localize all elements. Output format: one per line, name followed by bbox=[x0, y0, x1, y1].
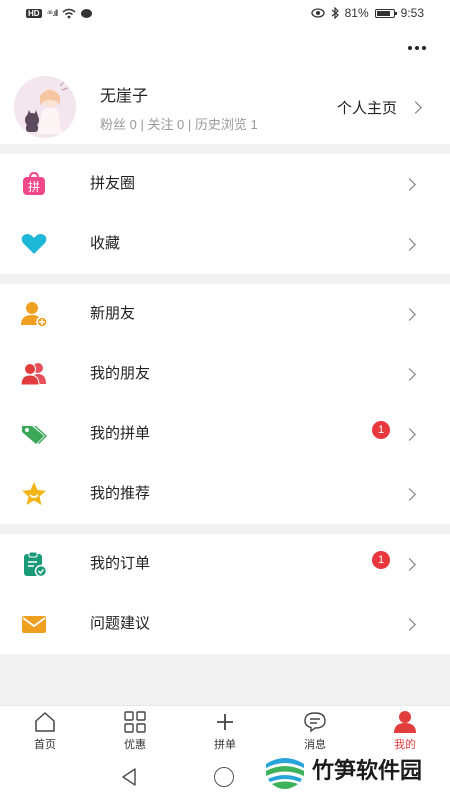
watermark: 竹笋软件园 bbox=[264, 748, 422, 790]
battery-icon bbox=[374, 8, 397, 18]
homepage-label: 个人主页 bbox=[336, 99, 397, 117]
menu-item-label: 我的拼单 bbox=[90, 425, 151, 442]
menu-item-label: 新朋友 bbox=[90, 305, 136, 322]
menu-item-label: 我的订单 bbox=[90, 555, 151, 572]
profile-header[interactable]: 无崖子 粉丝 0 | 关注 0 | 历史浏览 1 个人主页 bbox=[0, 70, 450, 144]
menu-item-pinyouquan[interactable]: 拼 拼友圈 bbox=[0, 154, 450, 214]
status-bar: HD ⁴⁶.ıll 81% 9:53 bbox=[0, 0, 450, 26]
chevron-right-icon bbox=[403, 368, 416, 381]
friends-icon bbox=[20, 360, 48, 388]
home-icon bbox=[33, 710, 57, 734]
menu-item-label: 拼友圈 bbox=[90, 175, 136, 192]
tab-label: 拼单 bbox=[214, 738, 236, 751]
chevron-right-icon bbox=[403, 178, 416, 191]
notification-badge: 1 bbox=[372, 551, 390, 569]
plus-icon bbox=[215, 710, 235, 734]
profile-stats: 粉丝 0 | 关注 0 | 历史浏览 1 bbox=[100, 116, 258, 132]
wifi-icon bbox=[62, 8, 76, 18]
username: 无崖子 bbox=[100, 87, 149, 105]
menu-item-my-recommendations[interactable]: 我的推荐 bbox=[0, 464, 450, 524]
more-dot-icon bbox=[422, 46, 426, 50]
hd-indicator: HD bbox=[26, 8, 42, 18]
battery-percent: 81% bbox=[344, 6, 369, 20]
menu-item-my-friends[interactable]: 我的朋友 bbox=[0, 344, 450, 404]
menu-item-my-group-orders[interactable]: 我的拼单 1 bbox=[0, 404, 450, 464]
tab-label: 优惠 bbox=[124, 738, 146, 751]
chevron-right-icon bbox=[403, 488, 416, 501]
menu-section-social: 拼 拼友圈 收藏 bbox=[0, 154, 450, 274]
star-icon bbox=[20, 480, 48, 508]
chevron-right-icon bbox=[403, 308, 416, 321]
message-icon bbox=[303, 710, 327, 734]
home-circle-icon[interactable] bbox=[214, 767, 234, 787]
menu-item-my-orders[interactable]: 我的订单 1 bbox=[0, 534, 450, 594]
tab-deals[interactable]: 优惠 bbox=[90, 706, 180, 755]
tab-label: 首页 bbox=[34, 738, 56, 751]
avatar[interactable] bbox=[14, 76, 76, 138]
user-icon bbox=[393, 710, 417, 734]
add-friend-icon bbox=[20, 300, 48, 328]
more-dot-icon bbox=[415, 46, 419, 50]
top-bar bbox=[0, 26, 450, 70]
back-triangle-icon[interactable] bbox=[120, 767, 138, 792]
menu-item-label: 收藏 bbox=[90, 235, 121, 252]
avatar-illustration bbox=[14, 76, 76, 138]
notification-badge: 1 bbox=[372, 421, 390, 439]
chat-notification-icon bbox=[81, 8, 93, 18]
pin-char: 拼 bbox=[28, 180, 40, 194]
pin-bag-icon: 拼 bbox=[20, 170, 48, 198]
eye-icon bbox=[310, 8, 325, 18]
status-right: 81% 9:53 bbox=[310, 6, 424, 20]
clock: 9:53 bbox=[400, 6, 424, 20]
status-left: HD ⁴⁶.ıll bbox=[26, 8, 93, 19]
menu-section-service: 我的订单 1 问题建议 bbox=[0, 534, 450, 654]
chevron-right-icon bbox=[403, 558, 416, 571]
more-options-button[interactable] bbox=[404, 38, 430, 58]
tag-icon bbox=[20, 420, 48, 448]
chevron-right-icon bbox=[409, 100, 422, 114]
signal-icon: ⁴⁶.ıll bbox=[46, 8, 59, 18]
grid-icon bbox=[124, 710, 146, 734]
tab-group-buy[interactable]: 拼单 bbox=[180, 706, 270, 755]
menu-item-label: 我的朋友 bbox=[90, 365, 151, 382]
homepage-link[interactable]: 个人主页 bbox=[336, 97, 422, 118]
menu-item-label: 我的推荐 bbox=[90, 485, 151, 502]
mail-icon bbox=[20, 610, 48, 638]
bamboo-logo-icon bbox=[265, 749, 305, 789]
menu-item-new-friends[interactable]: 新朋友 bbox=[0, 284, 450, 344]
menu-item-favorites[interactable]: 收藏 bbox=[0, 214, 450, 274]
menu-section-friends: 新朋友 我的朋友 我的拼单 1 我的推荐 bbox=[0, 284, 450, 524]
watermark-text: 竹笋软件园 bbox=[312, 758, 423, 783]
bluetooth-icon bbox=[331, 7, 339, 19]
menu-item-label: 问题建议 bbox=[90, 615, 151, 632]
heart-icon bbox=[20, 230, 48, 258]
menu-item-feedback[interactable]: 问题建议 bbox=[0, 594, 450, 654]
chevron-right-icon bbox=[403, 238, 416, 251]
order-clipboard-icon bbox=[20, 550, 48, 578]
tab-home[interactable]: 首页 bbox=[0, 706, 90, 755]
profile-info: 无崖子 粉丝 0 | 关注 0 | 历史浏览 1 bbox=[100, 82, 337, 133]
more-dot-icon bbox=[408, 46, 412, 50]
chevron-right-icon bbox=[403, 428, 416, 441]
chevron-right-icon bbox=[403, 618, 416, 631]
